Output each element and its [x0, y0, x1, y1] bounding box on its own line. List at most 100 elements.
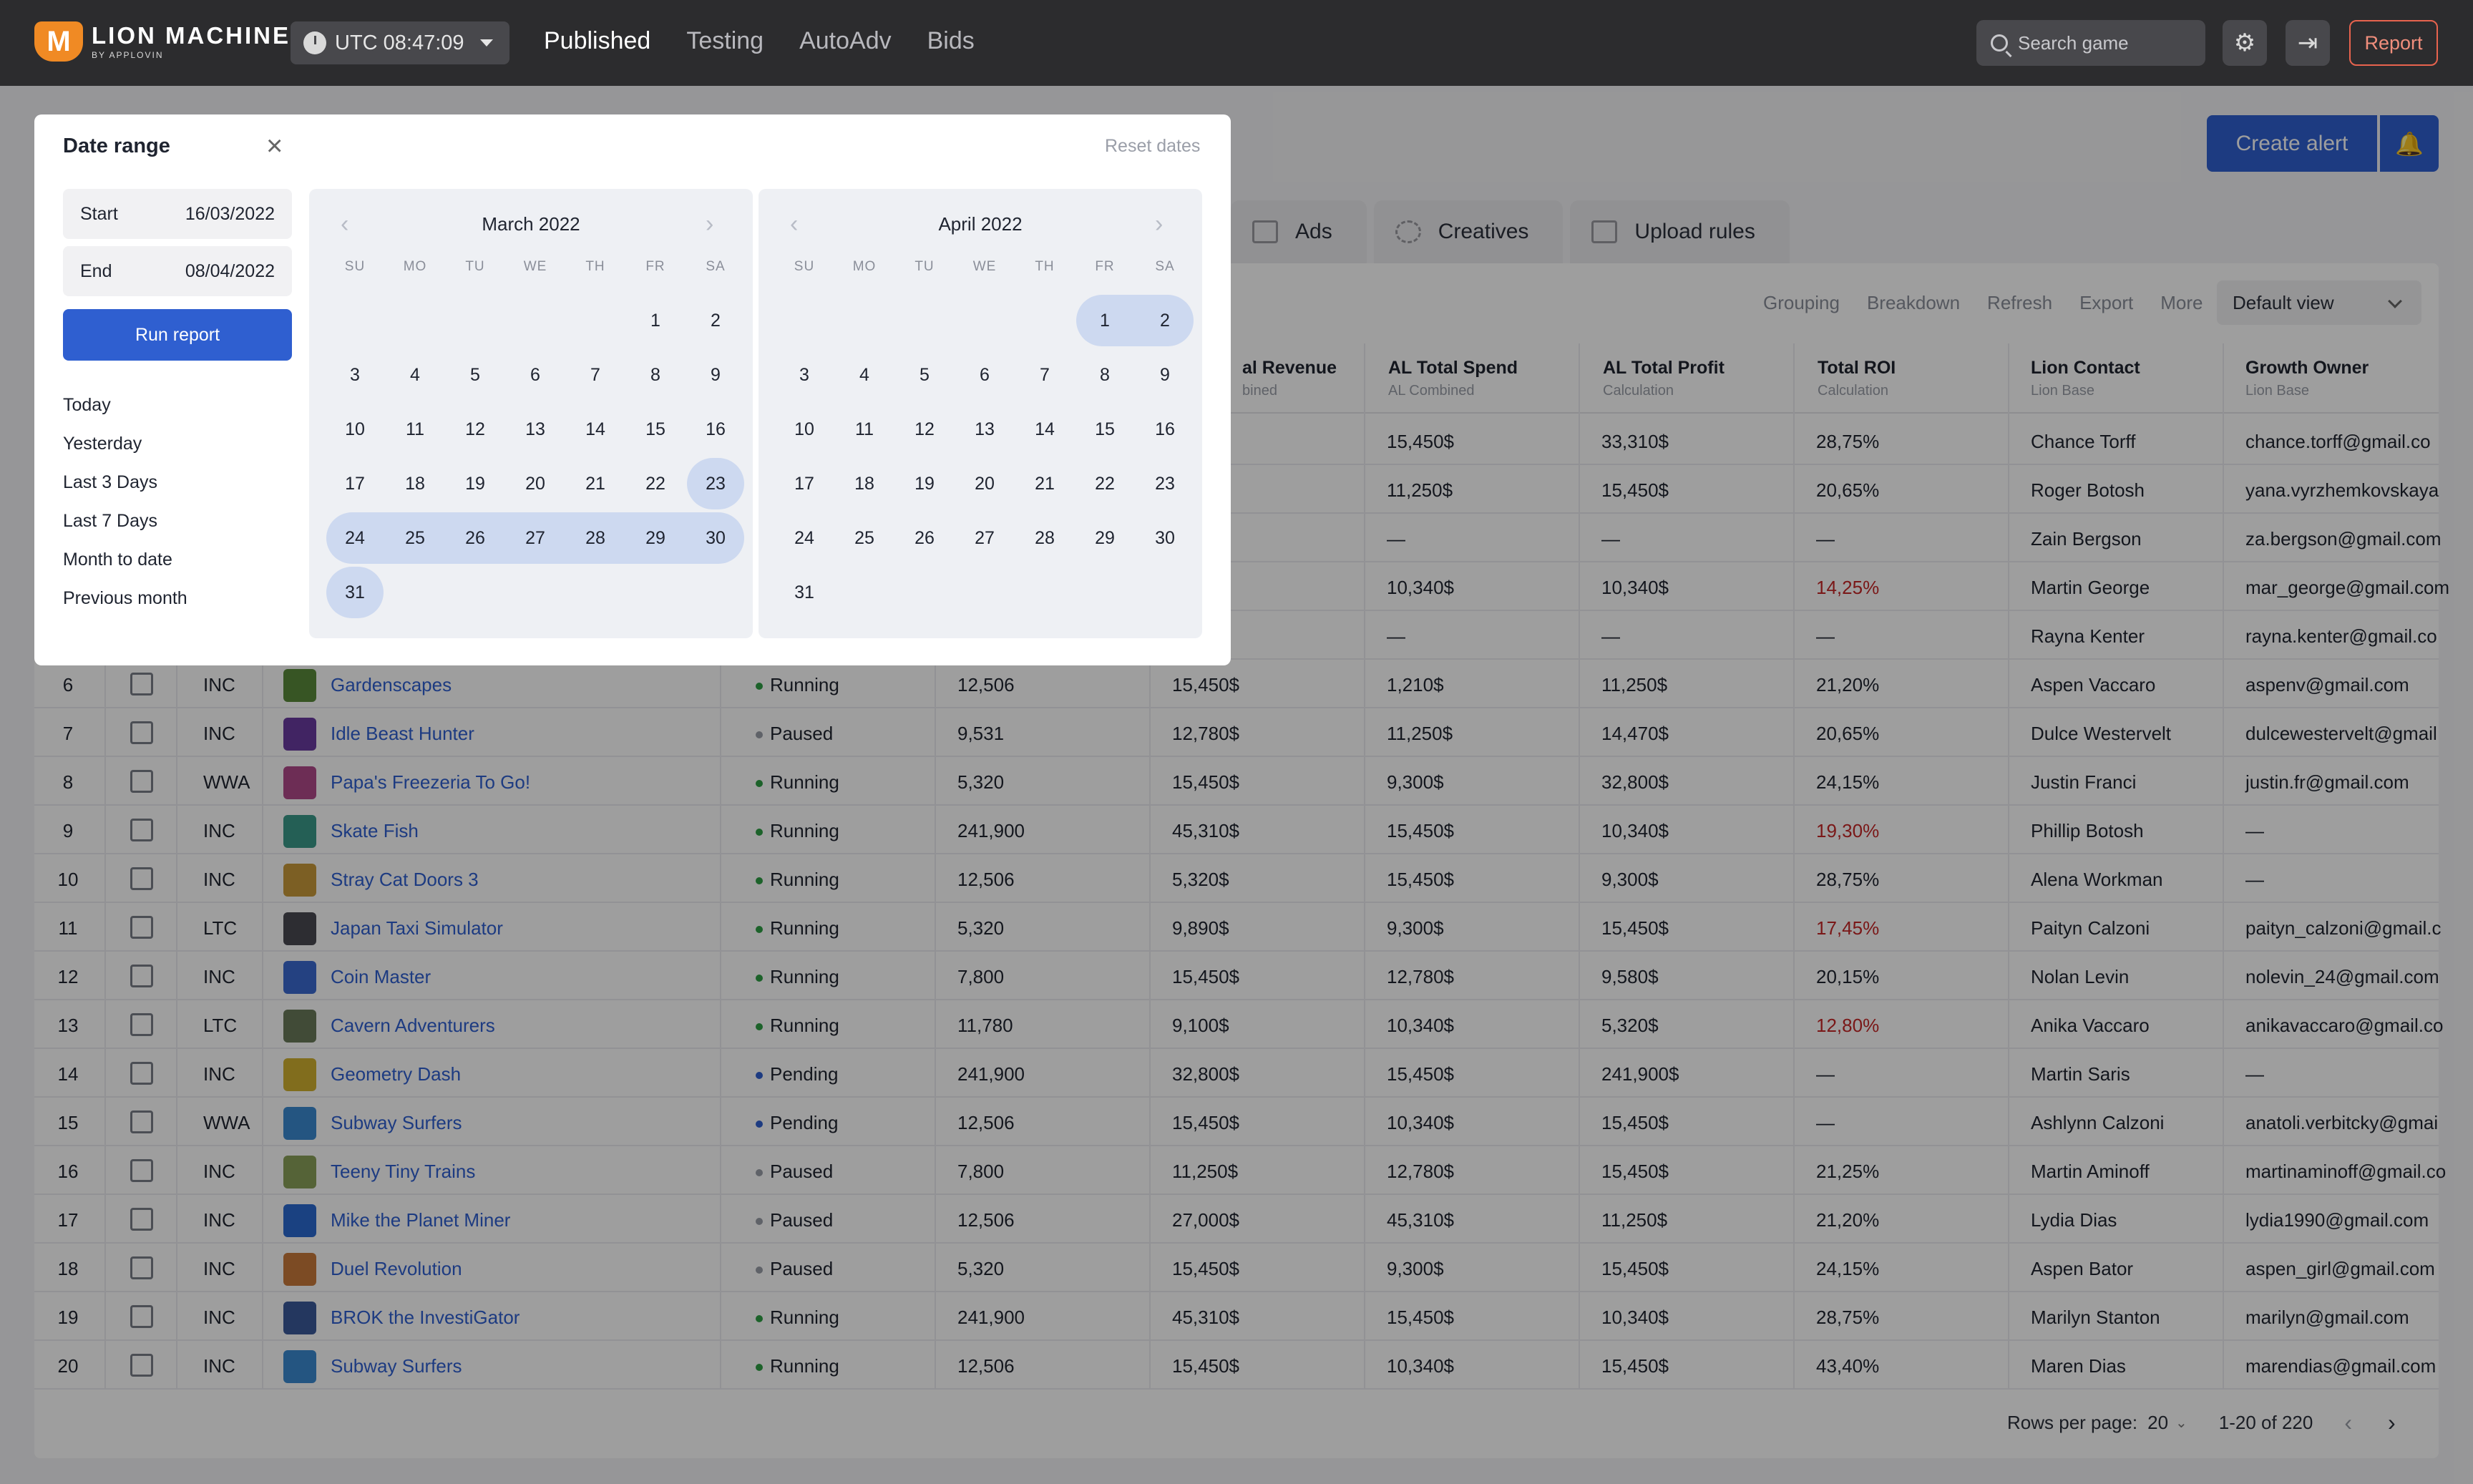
preset-yesterday[interactable]: Yesterday: [63, 434, 142, 454]
calendar-day[interactable]: 26: [454, 528, 497, 549]
calendar-day[interactable]: 12: [903, 419, 946, 440]
start-label: Start: [80, 203, 118, 224]
calendar-day[interactable]: 1: [1083, 311, 1126, 331]
calendar-day[interactable]: 13: [514, 419, 557, 440]
calendar-day[interactable]: 2: [694, 311, 737, 331]
month-title: March 2022: [482, 213, 580, 235]
calendar-day[interactable]: 31: [783, 582, 826, 603]
clock-time: UTC 08:47:09: [335, 31, 464, 54]
weekday-label: TH: [585, 259, 605, 274]
calendar-day[interactable]: 27: [963, 528, 1006, 549]
calendar-day[interactable]: 16: [1143, 419, 1186, 440]
logout-button[interactable]: ⇥: [2286, 20, 2330, 66]
calendar-day[interactable]: 25: [843, 528, 886, 549]
calendar-day[interactable]: 12: [454, 419, 497, 440]
calendar-day[interactable]: 21: [574, 474, 617, 494]
logo[interactable]: M LION MACHINE BY APPLOVIN: [34, 21, 291, 62]
weekday-label: MO: [403, 259, 427, 274]
calendar-day[interactable]: 24: [783, 528, 826, 549]
calendar-day[interactable]: 22: [634, 474, 677, 494]
calendar-day[interactable]: 8: [634, 365, 677, 386]
weekday-label: TU: [914, 259, 935, 274]
next-month-icon[interactable]: ›: [706, 212, 713, 236]
calendar-day[interactable]: 6: [514, 365, 557, 386]
weekday-label: TU: [465, 259, 485, 274]
calendar-day[interactable]: 28: [1023, 528, 1066, 549]
end-date-field[interactable]: End 08/04/2022: [63, 246, 292, 296]
calendar-day[interactable]: 10: [333, 419, 376, 440]
report-button[interactable]: Report: [2349, 20, 2438, 66]
calendar-day[interactable]: 3: [783, 365, 826, 386]
timezone-clock-dropdown[interactable]: UTC 08:47:09: [291, 21, 509, 64]
calendar-day[interactable]: 28: [574, 528, 617, 549]
preset-last-3-days[interactable]: Last 3 Days: [63, 472, 157, 493]
preset-today[interactable]: Today: [63, 395, 111, 416]
weekday-label: SA: [706, 259, 726, 274]
calendar-day[interactable]: 15: [1083, 419, 1126, 440]
weekday-label: SU: [794, 259, 815, 274]
calendar-day[interactable]: 26: [903, 528, 946, 549]
nav-published[interactable]: Published: [544, 27, 650, 55]
calendar-day[interactable]: 17: [333, 474, 376, 494]
calendar-day[interactable]: 7: [574, 365, 617, 386]
run-report-button[interactable]: Run report: [63, 309, 292, 361]
settings-button[interactable]: ⚙: [2223, 20, 2267, 66]
logout-icon: ⇥: [2297, 29, 2318, 57]
calendar-day[interactable]: 20: [963, 474, 1006, 494]
calendar-day[interactable]: 18: [394, 474, 436, 494]
calendar-day[interactable]: 17: [783, 474, 826, 494]
search-icon: [1991, 34, 2008, 52]
calendar-day[interactable]: 19: [903, 474, 946, 494]
calendar-day[interactable]: 14: [1023, 419, 1066, 440]
search-input[interactable]: Search game: [1976, 20, 2205, 66]
calendar-day[interactable]: 30: [694, 528, 737, 549]
calendar-day[interactable]: 29: [1083, 528, 1126, 549]
nav-testing[interactable]: Testing: [686, 27, 764, 55]
calendar-day[interactable]: 24: [333, 528, 376, 549]
calendar-day[interactable]: 22: [1083, 474, 1126, 494]
calendar-day[interactable]: 11: [843, 419, 886, 440]
calendar-day[interactable]: 10: [783, 419, 826, 440]
calendar-day[interactable]: 21: [1023, 474, 1066, 494]
nav-bids[interactable]: Bids: [927, 27, 975, 55]
start-date-field[interactable]: Start 16/03/2022: [63, 189, 292, 239]
calendar-day[interactable]: 5: [454, 365, 497, 386]
calendar-day[interactable]: 11: [394, 419, 436, 440]
weekday-label: MO: [852, 259, 877, 274]
calendar-day[interactable]: 20: [514, 474, 557, 494]
calendar-day[interactable]: 8: [1083, 365, 1126, 386]
calendar-day[interactable]: 14: [574, 419, 617, 440]
calendar-day[interactable]: 3: [333, 365, 376, 386]
calendar-day[interactable]: 15: [634, 419, 677, 440]
preset-last-7-days[interactable]: Last 7 Days: [63, 511, 157, 532]
calendar-day[interactable]: 27: [514, 528, 557, 549]
reset-dates-button[interactable]: Reset dates: [1105, 136, 1200, 157]
top-bar: M LION MACHINE BY APPLOVIN UTC 08:47:09 …: [0, 0, 2473, 86]
calendar-day[interactable]: 9: [694, 365, 737, 386]
calendar-day[interactable]: 4: [394, 365, 436, 386]
calendar-day[interactable]: 23: [1143, 474, 1186, 494]
weekday-label: WE: [523, 259, 547, 274]
calendar-day[interactable]: 5: [903, 365, 946, 386]
nav-autoadv[interactable]: AutoAdv: [799, 27, 892, 55]
calendar-day[interactable]: 25: [394, 528, 436, 549]
preset-previous-month[interactable]: Previous month: [63, 588, 187, 609]
calendar-day[interactable]: 9: [1143, 365, 1186, 386]
calendar-day[interactable]: 7: [1023, 365, 1066, 386]
calendar-day[interactable]: 31: [333, 582, 376, 603]
calendar-day[interactable]: 18: [843, 474, 886, 494]
close-icon[interactable]: ×: [266, 132, 283, 160]
calendar-day[interactable]: 13: [963, 419, 1006, 440]
start-value: 16/03/2022: [185, 203, 275, 224]
calendar-day[interactable]: 30: [1143, 528, 1186, 549]
calendar-day[interactable]: 23: [694, 474, 737, 494]
calendar-day[interactable]: 29: [634, 528, 677, 549]
calendar-day[interactable]: 6: [963, 365, 1006, 386]
calendar-day[interactable]: 1: [634, 311, 677, 331]
calendar-day[interactable]: 16: [694, 419, 737, 440]
calendar-day[interactable]: 2: [1143, 311, 1186, 331]
calendar-day[interactable]: 19: [454, 474, 497, 494]
next-month-icon[interactable]: ›: [1155, 212, 1163, 236]
preset-month-to-date[interactable]: Month to date: [63, 550, 172, 570]
calendar-day[interactable]: 4: [843, 365, 886, 386]
